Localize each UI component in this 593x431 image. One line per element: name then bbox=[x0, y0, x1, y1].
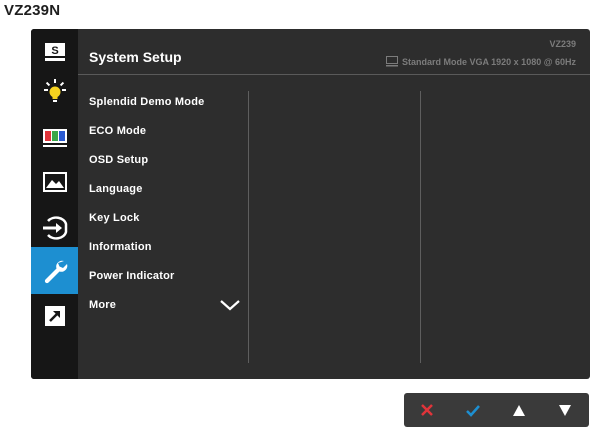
header-divider bbox=[78, 74, 590, 75]
sidebar-item-color[interactable] bbox=[31, 119, 78, 157]
svg-text:S: S bbox=[51, 45, 58, 57]
sidebar-item-shortcut[interactable] bbox=[31, 297, 78, 335]
chevron-down-icon[interactable] bbox=[219, 299, 241, 311]
sidebar-item-blue-light[interactable] bbox=[31, 72, 78, 110]
up-button[interactable] bbox=[496, 393, 542, 427]
model-name: VZ239 bbox=[549, 39, 576, 49]
triangle-up-icon bbox=[513, 404, 525, 416]
menu-item-eco-mode[interactable]: ECO Mode bbox=[89, 125, 146, 137]
triangle-down-icon bbox=[559, 404, 571, 416]
color-bars-icon bbox=[42, 129, 67, 147]
sidebar: S bbox=[31, 29, 78, 379]
status-text: Standard Mode VGA 1920 x 1080 @ 60Hz bbox=[401, 56, 576, 67]
menu-item-osd-setup[interactable]: OSD Setup bbox=[89, 154, 148, 166]
model-label: VZ239N bbox=[4, 2, 61, 19]
menu-item-splendid-demo-mode[interactable]: Splendid Demo Mode bbox=[89, 96, 204, 108]
input-icon bbox=[42, 216, 67, 240]
mountain-image-icon bbox=[42, 172, 67, 192]
sidebar-item-input-select[interactable] bbox=[31, 209, 78, 247]
key-guide-bar bbox=[404, 393, 589, 427]
osd-menu: S System Setup VZ239 Standard Mode VGA 1… bbox=[31, 29, 590, 379]
menu-item-power-indicator[interactable]: Power Indicator bbox=[89, 270, 175, 282]
monitor-icon bbox=[385, 56, 398, 67]
s-icon: S bbox=[44, 43, 65, 61]
sidebar-item-system-setup[interactable] bbox=[31, 247, 78, 294]
menu-item-key-lock[interactable]: Key Lock bbox=[89, 212, 140, 224]
menu-item-more[interactable]: More bbox=[89, 299, 116, 311]
menu-item-information[interactable]: Information bbox=[89, 241, 152, 253]
x-icon bbox=[421, 404, 433, 416]
status-info: Standard Mode VGA 1920 x 1080 @ 60Hz bbox=[385, 56, 576, 67]
shortcut-arrow-icon bbox=[44, 306, 65, 326]
menu-item-language[interactable]: Language bbox=[89, 183, 143, 195]
check-icon bbox=[466, 404, 480, 417]
page-title: System Setup bbox=[89, 49, 182, 65]
sidebar-item-image[interactable] bbox=[31, 163, 78, 201]
lightbulb-icon bbox=[43, 79, 66, 102]
confirm-button[interactable] bbox=[450, 393, 496, 427]
column-divider-1 bbox=[248, 91, 249, 363]
column-divider-2 bbox=[420, 91, 421, 363]
wrench-icon bbox=[44, 260, 67, 283]
cancel-button[interactable] bbox=[404, 393, 450, 427]
sidebar-item-splendid[interactable]: S bbox=[31, 33, 78, 71]
down-button[interactable] bbox=[542, 393, 588, 427]
